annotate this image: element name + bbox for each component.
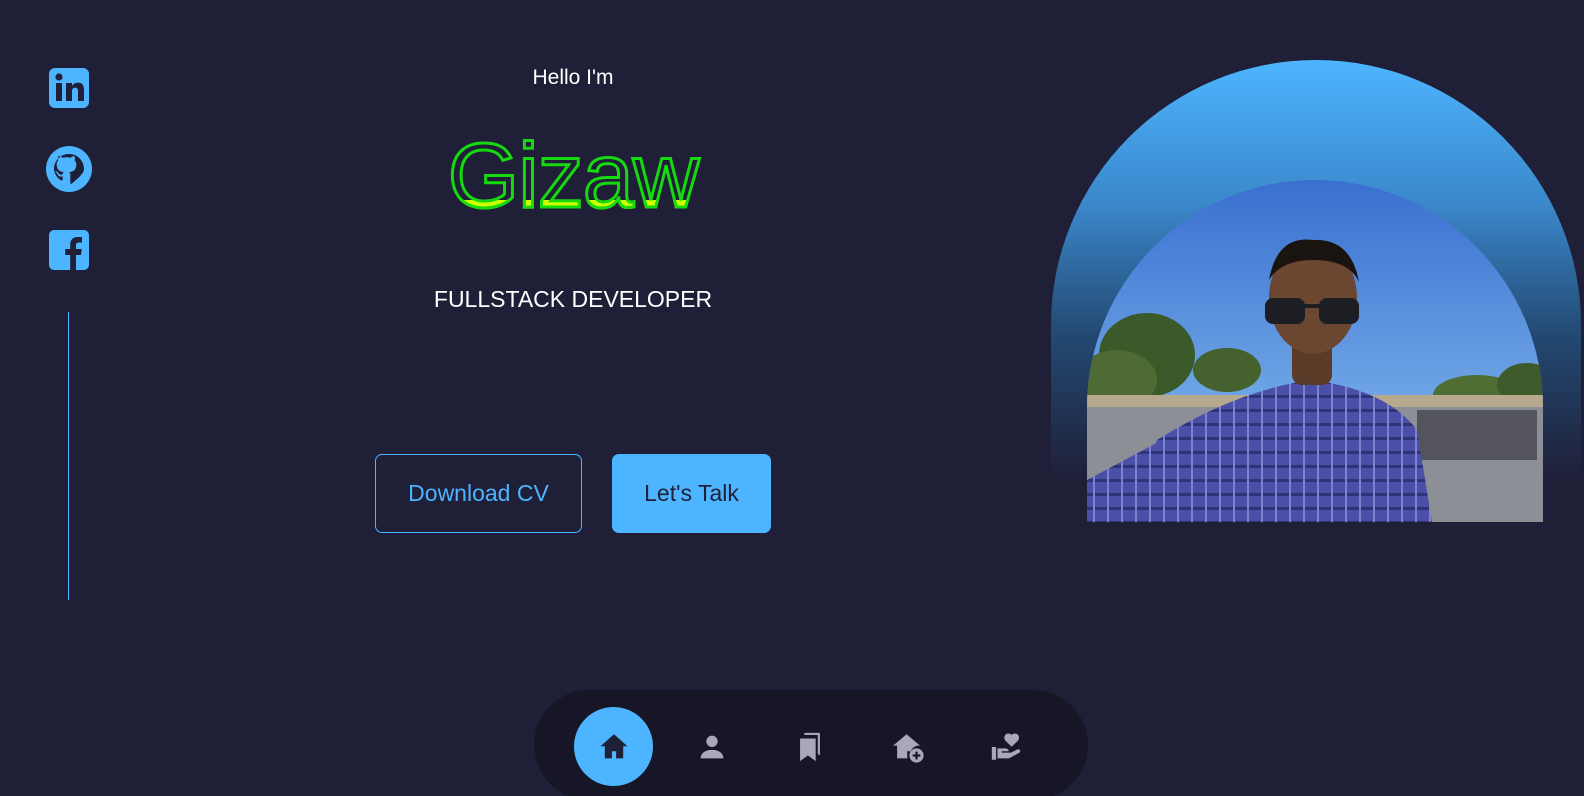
download-cv-button[interactable]: Download CV xyxy=(375,454,582,533)
portfolio-page: Hello I'm Gizaw FULLSTACK DEVELOPER Down… xyxy=(0,0,1584,796)
nav-home[interactable] xyxy=(574,707,653,786)
nav-experience[interactable] xyxy=(770,707,849,786)
facebook-icon xyxy=(49,230,89,270)
nav-about[interactable] xyxy=(672,707,751,786)
name-heading-wrapper: Gizaw xyxy=(0,125,1146,227)
nav-testimonials[interactable] xyxy=(966,707,1045,786)
home-icon xyxy=(600,733,627,758)
social-divider-line xyxy=(68,312,69,600)
hand-heart-icon xyxy=(991,733,1020,760)
bottom-navigation xyxy=(534,690,1088,796)
role-subtitle: FULLSTACK DEVELOPER xyxy=(433,286,713,312)
house-add-icon xyxy=(892,733,924,763)
facebook-link[interactable] xyxy=(45,226,93,274)
greeting-text: Hello I'm xyxy=(532,66,614,89)
nav-services[interactable] xyxy=(868,707,947,786)
name-heading: Gizaw xyxy=(446,125,701,227)
bookmarks-icon xyxy=(799,732,820,761)
lets-talk-button[interactable]: Let's Talk xyxy=(612,454,771,533)
person-icon xyxy=(700,735,723,758)
